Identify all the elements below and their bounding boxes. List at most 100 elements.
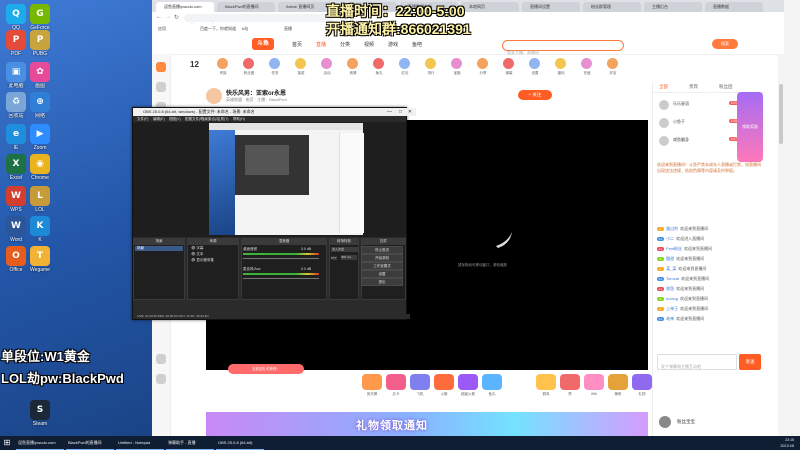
function-icon[interactable] <box>451 58 462 69</box>
chat-user[interactable]: 小二 <box>664 236 674 241</box>
chat-user[interactable]: w1dog <box>664 296 678 301</box>
volume-slider[interactable] <box>243 278 319 279</box>
desktop-icon-ie[interactable]: e <box>6 124 26 144</box>
browser-tab[interactable]: 粉丝群管理 <box>583 2 641 12</box>
browser-tab[interactable]: 本地网页 <box>461 2 519 12</box>
nav-3[interactable]: 视频 <box>364 41 374 48</box>
function-icon[interactable] <box>295 58 306 69</box>
taskbar-item[interactable]: 逗鱼直播/pwudo.com <box>16 437 64 450</box>
desktop-icon-网络[interactable]: ⊕ <box>30 92 50 112</box>
function-icon[interactable] <box>425 58 436 69</box>
search-input[interactable]: 搜索主播、直播间 <box>502 40 624 55</box>
bookmark-item[interactable]: b站 <box>242 26 248 32</box>
function-icon[interactable] <box>607 58 618 69</box>
nav-5[interactable]: 鱼吧 <box>412 41 422 48</box>
nav-0[interactable]: 首页 <box>292 41 302 48</box>
bookmark-item[interactable]: 应用 <box>158 26 166 32</box>
desktop-icon-k[interactable]: K <box>30 216 50 236</box>
chat-user[interactable]: Tomcat <box>664 276 679 281</box>
gift-item[interactable] <box>584 374 604 390</box>
obs-control-4[interactable]: 退出 <box>361 278 403 286</box>
source-item[interactable]: 👁 文本 <box>191 252 203 257</box>
source-item[interactable]: 👁 显示器采集 <box>191 258 214 263</box>
browser-tab[interactable]: 逗鱼直播/pwudo.com <box>156 2 214 12</box>
desktop-icon-pubg[interactable]: P <box>30 30 50 50</box>
search-button[interactable]: 搜索 <box>712 39 738 49</box>
sidebar-follow-icon[interactable] <box>156 82 166 92</box>
chat-tab[interactable]: 粉丝团 <box>719 84 733 90</box>
minimize-icon[interactable]: — <box>387 108 392 116</box>
start-icon[interactable]: ⊞ <box>2 438 12 448</box>
function-icon[interactable] <box>503 58 514 69</box>
desktop-icon-excel[interactable]: X <box>6 154 26 174</box>
streamer-avatar[interactable] <box>206 88 222 104</box>
function-icon[interactable] <box>243 58 254 69</box>
function-icon[interactable] <box>269 58 280 69</box>
desktop-icon-wps[interactable]: W <box>6 186 26 206</box>
browser-tab[interactable]: 主播后台 <box>644 2 702 12</box>
desktop-icon-lol[interactable]: L <box>30 186 50 206</box>
browser-tab[interactable]: 直播间设置 <box>522 2 580 12</box>
desktop-icon-回收站[interactable]: ♻ <box>6 92 26 112</box>
function-icon[interactable] <box>477 58 488 69</box>
duration-input[interactable]: 300 ms <box>341 255 357 260</box>
sidebar-settings-icon[interactable] <box>156 374 166 384</box>
bottom-user-avatar[interactable] <box>659 416 671 428</box>
chat-user[interactable]: 劫神 <box>664 316 674 321</box>
obs-control-0[interactable]: 停止推流 <box>361 246 403 254</box>
chat-tab[interactable]: 全部 <box>659 84 668 90</box>
gift-item[interactable] <box>536 374 556 390</box>
obs-window[interactable]: OBS 25.0.8 (64-bit, windows) - 配置文件: 未命名… <box>132 107 416 320</box>
close-icon[interactable]: ✕ <box>408 108 412 116</box>
follow-button[interactable]: + 关注 <box>518 90 552 100</box>
scrollbar-thumb[interactable] <box>779 84 783 144</box>
gift-item[interactable] <box>362 374 382 390</box>
avatar[interactable] <box>659 100 669 110</box>
chat-user[interactable]: 路过的 <box>664 226 678 231</box>
gift-item[interactable] <box>560 374 580 390</box>
obs-control-2[interactable]: 工作室模式 <box>361 262 403 270</box>
desktop-icon-geforce[interactable]: G <box>30 4 50 24</box>
browser-tab[interactable]: BlackPwd的直播间 <box>217 2 275 12</box>
source-item[interactable]: 👁 字幕 <box>191 246 203 251</box>
scene-item[interactable]: 场景 <box>135 246 183 251</box>
back-icon[interactable]: ← <box>156 14 162 20</box>
url-input[interactable]: douyu.com/5071 <box>184 14 334 28</box>
maximize-icon[interactable]: □ <box>399 108 402 116</box>
chat-user[interactable]: Pwd粉丝 <box>664 246 682 251</box>
taskbar-item[interactable]: BlackPwd的直播间 <box>66 437 114 450</box>
gift-item[interactable] <box>608 374 628 390</box>
sidebar-download-icon[interactable] <box>156 354 166 364</box>
chat-user[interactable]: 某_某 <box>664 266 676 271</box>
desktop-icon-word[interactable]: W <box>6 216 26 236</box>
taskbar-item[interactable]: 弹幕助手 - 直播 <box>166 437 214 450</box>
chat-user[interactable]: 上单王 <box>664 306 678 311</box>
desktop-icon-画图[interactable]: ✿ <box>30 62 50 82</box>
function-icon[interactable] <box>321 58 332 69</box>
gift-item[interactable] <box>632 374 652 390</box>
promo-badge[interactable]: 领取奖励 <box>737 92 763 162</box>
obs-control-1[interactable]: 开始录制 <box>361 254 403 262</box>
transition-select[interactable]: 淡入淡出 <box>331 247 358 252</box>
nav-4[interactable]: 游戏 <box>388 41 398 48</box>
chat-user[interactable]: 咸鱼 <box>664 286 674 291</box>
function-icon[interactable] <box>217 58 228 69</box>
function-icon[interactable] <box>555 58 566 69</box>
chat-tab[interactable]: 贵宾 <box>689 84 698 90</box>
chat-input[interactable]: 发个弹幕和主播互动吧 <box>657 354 737 370</box>
gift-item[interactable] <box>482 374 502 390</box>
gift-banner[interactable]: 礼物领取通知 <box>206 412 648 436</box>
avatar[interactable] <box>659 136 669 146</box>
function-icon[interactable] <box>347 58 358 69</box>
desktop-icon-chrome[interactable]: ◉ <box>30 154 50 174</box>
desktop-icon-steam[interactable]: S <box>30 400 50 420</box>
chat-user[interactable]: 酸甜 <box>664 256 674 261</box>
sidebar-home-icon[interactable] <box>156 62 166 72</box>
avatar[interactable] <box>659 118 669 128</box>
gift-item[interactable] <box>410 374 430 390</box>
bookmark-item[interactable]: 直播 <box>284 26 292 32</box>
gift-item[interactable] <box>434 374 454 390</box>
function-icon[interactable] <box>581 58 592 69</box>
function-icon[interactable] <box>399 58 410 69</box>
clock[interactable]: 23:15 2021/1/8 <box>780 437 794 449</box>
